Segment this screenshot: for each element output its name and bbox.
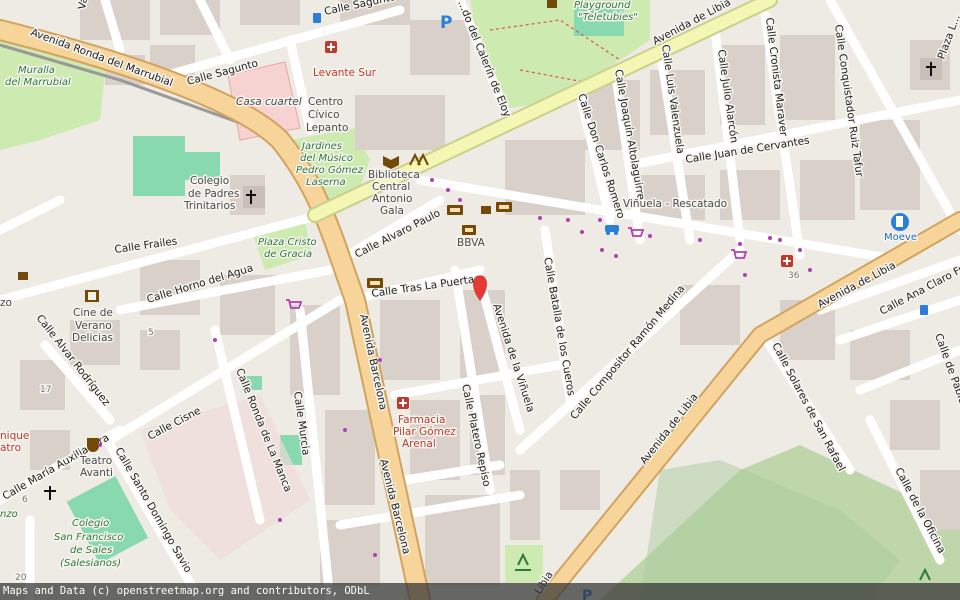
cafe-icon[interactable] (18, 272, 28, 280)
label-teatro-1: Teatro (79, 455, 112, 467)
label-colegio-padres-3: Trinitarios (183, 200, 235, 212)
bus-stop-icon[interactable] (313, 13, 321, 23)
bank-icon[interactable] (496, 202, 512, 212)
label-jardines-1: Jardines (300, 141, 342, 152)
label-jardines-4: Laserna (306, 177, 346, 188)
label-farmacia-1: Farmacia (398, 414, 445, 426)
map-attribution: Maps and Data (c) openstreetmap.org and … (0, 583, 960, 600)
label-colegio-sales-4: (Salesianos) (60, 558, 121, 569)
cinema-icon[interactable] (85, 290, 99, 302)
label-edge-va: Va (76, 0, 90, 11)
label-colegio-sales-3: de Sales (70, 545, 112, 556)
label-moeve: Moeve (884, 232, 917, 243)
bank-icon[interactable] (462, 225, 476, 235)
label-edge-nzo: nzo (0, 509, 18, 520)
label-playground-1: Playground (574, 0, 631, 11)
pharmacy-icon[interactable] (781, 255, 793, 267)
church-cross-icon[interactable] (243, 186, 265, 208)
label-casa-cuartel: Casa cuartel (236, 96, 302, 108)
label-house-20: 20 (15, 573, 27, 583)
label-cine-1: Cine de (73, 307, 113, 319)
label-edge-nique-1: nique (0, 430, 29, 442)
label-playground-2: "Teletubies" (578, 12, 638, 23)
label-cine-2: Verano (75, 320, 112, 332)
cafe-icon[interactable] (481, 206, 491, 214)
label-muralla-2: del Marrubial (5, 77, 71, 88)
label-house-17: 17 (40, 385, 51, 395)
label-cine-3: Delicias (72, 332, 113, 344)
hospital-cross-icon[interactable] (325, 41, 337, 53)
label-colegio-padres-2: de Padres (188, 188, 239, 200)
label-plaza-cristo-2: de Gracia (264, 249, 312, 260)
label-jardines-3: Pedro Gómez (296, 164, 364, 176)
label-biblioteca-4: Gala (380, 205, 404, 217)
label-colegio-sales-2: San Francisco (54, 532, 123, 543)
pharmacy-icon[interactable] (397, 397, 409, 409)
label-plaza-cristo-1: Plaza Cristo (258, 237, 317, 248)
label-house-36: 36 (788, 271, 800, 281)
svg-text:P: P (440, 13, 452, 33)
label-farmacia-3: Arenal (402, 438, 436, 450)
label-colegio-padres-1: Colegio (190, 175, 229, 187)
map-view[interactable]: Avenida Ronda del Marrubial Calle Sagunt… (0, 0, 960, 600)
label-muralla-1: Muralla (18, 65, 55, 76)
label-teatro-2: Avanti (80, 467, 113, 479)
label-edge-zo: zo (0, 297, 12, 309)
label-colegio-sales-1: Colegio (72, 518, 109, 529)
bank-icon[interactable] (447, 205, 463, 215)
map-canvas[interactable]: Avenida Ronda del Marrubial Calle Sagunt… (0, 0, 960, 600)
label-vinuela-rescatado: Viñuela - Rescatado (623, 198, 727, 210)
parking-icon[interactable]: P (440, 13, 452, 33)
label-biblioteca-2: Central (372, 181, 410, 193)
label-biblioteca-3: Antonio (372, 193, 412, 205)
small-park (505, 545, 543, 583)
sports-pitch (133, 136, 185, 196)
label-centro-civico-1: Centro (308, 96, 343, 108)
church-cross-icon[interactable] (920, 58, 942, 80)
label-farmacia-2: Pilar Gómez (393, 426, 456, 438)
bank-icon[interactable] (367, 278, 383, 288)
bus-stop-icon[interactable] (920, 305, 928, 315)
fuel-icon[interactable] (891, 213, 909, 231)
label-biblioteca-1: Biblioteca (368, 169, 420, 181)
label-centro-civico-2: Cívico (308, 109, 340, 121)
label-house-6: 6 (22, 495, 28, 505)
label-centro-civico-3: Lepanto (306, 122, 348, 134)
label-house-5: 5 (148, 328, 154, 338)
label-levante-sur: Levante Sur (313, 67, 377, 79)
label-edge-nique-2: atro (0, 442, 21, 454)
cafe-icon[interactable] (547, 0, 557, 8)
theatre-icon[interactable] (87, 438, 99, 452)
label-jardines-2: del Músico (300, 152, 353, 164)
label-bbva: BBVA (457, 237, 486, 249)
